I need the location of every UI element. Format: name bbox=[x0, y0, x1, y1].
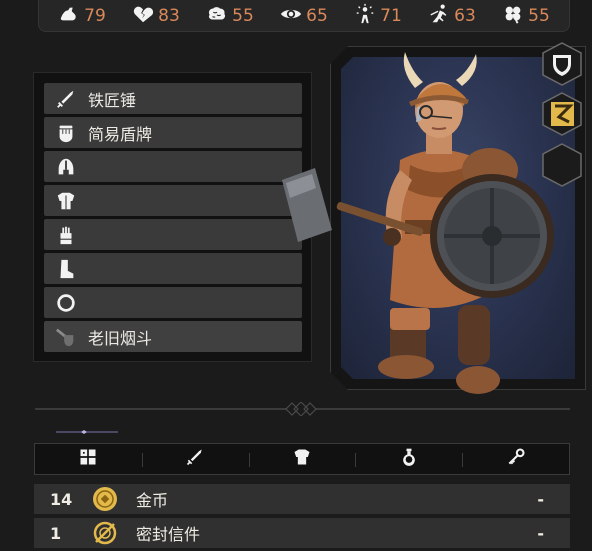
stat-value: 83 bbox=[158, 5, 180, 26]
shield-badge-icon[interactable] bbox=[541, 42, 583, 86]
armor-icon bbox=[292, 447, 312, 471]
tab-misc[interactable] bbox=[462, 444, 569, 474]
rune-badge-icon[interactable] bbox=[541, 92, 583, 136]
slot-label: 铁匠锤 bbox=[88, 90, 137, 110]
flexed-arm-icon bbox=[58, 3, 80, 29]
slot-label: 老旧烟斗 bbox=[88, 328, 153, 348]
inventory-tab-bar bbox=[34, 443, 570, 475]
item-action-button[interactable]: - bbox=[537, 490, 544, 509]
inventory-item-row[interactable]: 14 金币 - bbox=[34, 484, 570, 514]
character-model bbox=[282, 52, 554, 394]
coin-icon bbox=[90, 486, 120, 512]
running-figure-icon bbox=[428, 3, 450, 29]
item-name: 密封信件 bbox=[136, 525, 201, 544]
potion-icon bbox=[399, 447, 419, 471]
eye-icon bbox=[280, 3, 302, 29]
key-icon bbox=[506, 447, 526, 471]
stat-value: 55 bbox=[232, 5, 254, 26]
clover-icon bbox=[502, 3, 524, 29]
boot-icon bbox=[52, 257, 80, 281]
armor-icon bbox=[52, 189, 80, 213]
ring-icon bbox=[52, 291, 80, 315]
stat-value: 79 bbox=[84, 5, 106, 26]
sword-icon bbox=[52, 87, 80, 111]
brain-icon bbox=[206, 3, 228, 29]
stat-agility: 63 bbox=[428, 3, 476, 29]
item-action-button[interactable]: - bbox=[537, 524, 544, 543]
fist-icon bbox=[52, 121, 80, 145]
stat-intelligence: 55 bbox=[206, 3, 254, 29]
stat-value: 55 bbox=[528, 5, 550, 26]
sword-icon bbox=[185, 447, 205, 471]
tab-all[interactable] bbox=[35, 444, 142, 474]
item-quantity: 14 bbox=[50, 489, 73, 509]
grid-icon bbox=[78, 447, 98, 471]
stat-value: 63 bbox=[454, 5, 476, 26]
stat-luck: 55 bbox=[502, 3, 550, 29]
tab-weapons[interactable] bbox=[141, 444, 249, 474]
pipe-icon bbox=[52, 325, 80, 349]
tab-potions[interactable] bbox=[355, 444, 462, 474]
divider-ornament bbox=[285, 402, 317, 416]
stat-health: 83 bbox=[132, 3, 180, 29]
figure-burst-icon bbox=[354, 3, 376, 29]
stat-perception: 65 bbox=[280, 3, 328, 29]
stat-value: 65 bbox=[306, 5, 328, 26]
tab-armor[interactable] bbox=[248, 444, 356, 474]
slot-label: 简易盾牌 bbox=[88, 124, 153, 144]
stat-strength: 79 bbox=[58, 3, 106, 29]
gauntlet-icon bbox=[52, 223, 80, 247]
stat-willpower: 71 bbox=[354, 3, 402, 29]
item-name: 金币 bbox=[136, 491, 169, 510]
active-tab-indicator bbox=[56, 430, 118, 434]
helmet-icon bbox=[52, 155, 80, 179]
inventory-item-row[interactable]: 1 密封信件 - bbox=[34, 518, 570, 548]
stat-value: 71 bbox=[380, 5, 402, 26]
broken-heart-icon bbox=[132, 3, 154, 29]
sealed-letter-icon bbox=[90, 520, 120, 546]
stats-bar: 79 83 55 65 71 63 55 bbox=[38, 0, 570, 32]
item-quantity: 1 bbox=[50, 523, 62, 543]
empty-hex-badge[interactable] bbox=[541, 143, 583, 187]
